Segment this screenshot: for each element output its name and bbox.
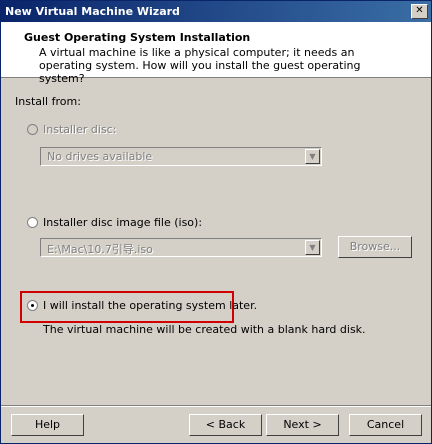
install-later-description: The virtual machine will be created with… — [43, 323, 366, 336]
close-button[interactable]: ✕ — [411, 4, 428, 19]
help-button[interactable]: Help — [11, 414, 84, 436]
wizard-header: Guest Operating System Installation A vi… — [1, 22, 431, 85]
header-title: Guest Operating System Installation — [24, 31, 251, 44]
title-bar: New Virtual Machine Wizard ✕ — [1, 1, 431, 22]
cancel-button[interactable]: Cancel — [349, 414, 422, 436]
next-button[interactable]: Next > — [266, 414, 339, 436]
window-title: New Virtual Machine Wizard — [5, 5, 180, 18]
iso-radio[interactable] — [27, 217, 38, 228]
installer-disc-value: No drives available — [47, 150, 153, 163]
install-later-radio[interactable] — [27, 300, 38, 311]
install-from-label: Install from: — [15, 95, 81, 108]
close-icon: ✕ — [415, 5, 424, 16]
installer-disc-label: Installer disc: — [43, 123, 117, 136]
back-button[interactable]: < Back — [189, 414, 262, 436]
installer-disc-radio[interactable] — [27, 124, 38, 135]
install-later-label: I will install the operating system late… — [43, 299, 258, 312]
browse-button[interactable]: Browse... — [338, 236, 412, 258]
header-description: A virtual machine is like a physical com… — [39, 46, 361, 85]
wizard-window: New Virtual Machine Wizard ✕ Guest Opera… — [0, 0, 432, 444]
dropdown-arrow-icon: ▼ — [305, 149, 320, 164]
installer-disc-dropdown[interactable]: No drives available ▼ — [40, 147, 322, 166]
iso-path-combo[interactable]: E:\Mac\10.7引导.iso ▼ — [40, 238, 322, 257]
iso-path-value: E:\Mac\10.7引导.iso — [47, 243, 153, 256]
dropdown-arrow-icon: ▼ — [305, 240, 320, 255]
footer-divider — [1, 405, 431, 407]
iso-label: Installer disc image file (iso): — [43, 216, 203, 229]
